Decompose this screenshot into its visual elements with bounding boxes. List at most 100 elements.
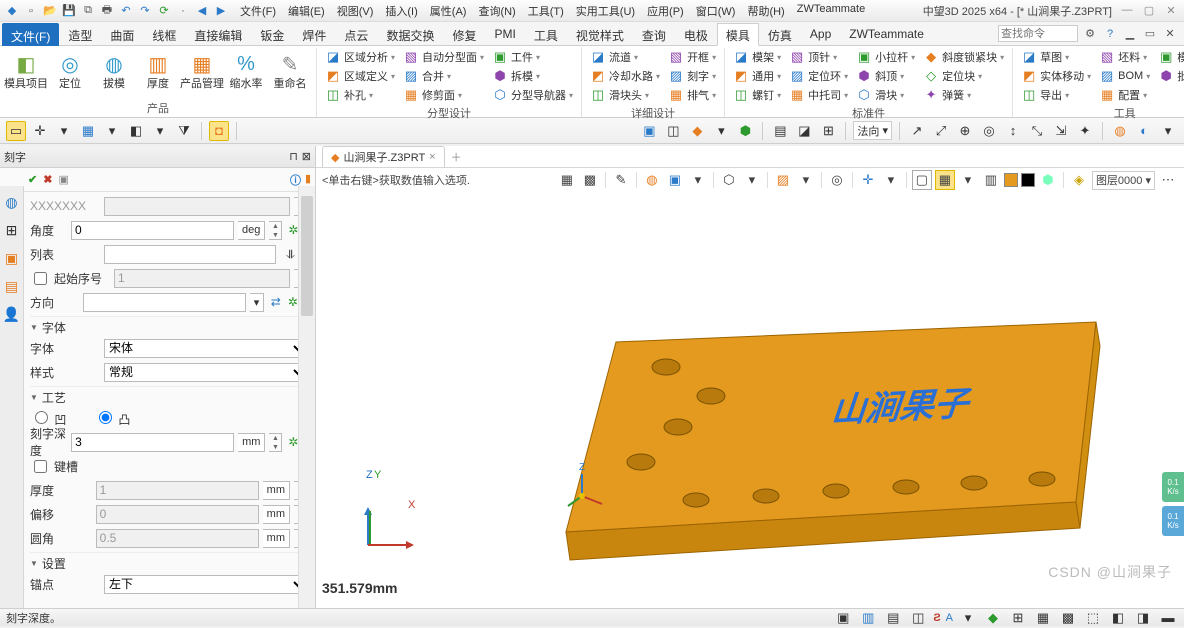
- rb-补孔[interactable]: ◫补孔▾: [323, 86, 397, 104]
- tab-weld[interactable]: 焊件: [293, 23, 335, 46]
- tab-repair[interactable]: 修复: [443, 23, 485, 46]
- qb-f[interactable]: ⤡: [1027, 121, 1047, 141]
- qb-add[interactable]: ✛: [30, 121, 50, 141]
- panel-close-icon[interactable]: ⊠: [302, 150, 311, 163]
- mt-frame1[interactable]: ▢: [912, 170, 932, 190]
- tab-pointcloud[interactable]: 点云: [335, 23, 377, 46]
- rest-icon[interactable]: ▭: [1142, 26, 1158, 42]
- qb-j[interactable]: ◍: [1110, 121, 1130, 141]
- new-icon[interactable]: ▫: [23, 3, 39, 19]
- qb-cube[interactable]: ◘: [209, 121, 229, 141]
- close2-icon[interactable]: ✕: [1162, 26, 1178, 42]
- main-menu[interactable]: 文件(F)编辑(E)视图(V) 插入(I)属性(A)查询(N) 工具(T)实用工…: [237, 3, 868, 19]
- rb-批量简化[interactable]: ⬢批量简化▾: [1156, 67, 1184, 85]
- tab-file[interactable]: 文件(F): [2, 23, 59, 46]
- rb-排气[interactable]: ▦排气▾: [666, 86, 718, 104]
- color-swatch-2[interactable]: [1021, 173, 1035, 187]
- qb-pick[interactable]: ◧: [126, 121, 146, 141]
- direction-dropdown[interactable]: 法向 ▾: [853, 121, 892, 140]
- sb-2[interactable]: ▥: [858, 608, 878, 628]
- mt-cube[interactable]: ◍: [642, 170, 662, 190]
- qb-e[interactable]: ↕: [1003, 121, 1023, 141]
- rb-中托司[interactable]: ▦中托司▾: [787, 86, 850, 104]
- depth-aux-icon[interactable]: ✲: [288, 434, 298, 450]
- ribbon-tabs[interactable]: 文件(F) 造型 曲面 线框 直接编辑 钣金 焊件 点云 数据交换 修复 PMI…: [0, 22, 1184, 46]
- style-select[interactable]: 常规: [104, 363, 307, 382]
- apply-icon[interactable]: ▣: [58, 173, 68, 186]
- rb-BOM[interactable]: ▨BOM▾: [1097, 67, 1152, 85]
- tab-app[interactable]: App: [801, 23, 840, 46]
- rb-定位块[interactable]: ◇定位块▾: [921, 67, 1006, 85]
- tab-dataex[interactable]: 数据交换: [377, 23, 443, 46]
- document-tab[interactable]: ◆山涧果子.Z3PRT×: [322, 146, 445, 167]
- rb-区域定义[interactable]: ◩区域定义▾: [323, 67, 397, 85]
- viewport-3d[interactable]: 山涧果子 Z ZYX 351.579mm 0.1K/s: [316, 192, 1184, 608]
- next-icon[interactable]: ▶: [213, 3, 229, 19]
- maximize-icon[interactable]: ▢: [1140, 4, 1158, 17]
- sb-3[interactable]: ▤: [883, 608, 903, 628]
- add-tab-button[interactable]: ＋: [445, 147, 468, 167]
- angle-input[interactable]: [71, 221, 234, 240]
- rb-通用[interactable]: ◩通用▾: [731, 67, 783, 85]
- prev-icon[interactable]: ◀: [194, 3, 210, 19]
- refresh-icon[interactable]: ⟳: [156, 3, 172, 19]
- help-icon[interactable]: ?: [1102, 26, 1118, 42]
- tab-pmi[interactable]: PMI: [485, 23, 524, 46]
- rb-斜顶[interactable]: ⬢斜顶▾: [854, 67, 917, 85]
- anchor-select[interactable]: 左下: [104, 575, 307, 594]
- panel-scrollbar[interactable]: [298, 186, 315, 608]
- qb-i8[interactable]: ⊞: [818, 121, 838, 141]
- save-icon[interactable]: 💾: [61, 3, 77, 19]
- ls-tree-icon[interactable]: ⊞: [3, 222, 21, 240]
- rb-滑块[interactable]: ⬡滑块▾: [854, 86, 917, 104]
- section-process[interactable]: 工艺: [30, 386, 307, 406]
- rb-刻字[interactable]: ▨刻字▾: [666, 67, 718, 85]
- keyslot-check[interactable]: [34, 460, 47, 473]
- list-input[interactable]: [104, 245, 276, 264]
- sb-8[interactable]: ▩: [1058, 608, 1078, 628]
- qb-i5[interactable]: ⬢: [735, 121, 755, 141]
- redo-icon[interactable]: ↷: [137, 3, 153, 19]
- open-icon[interactable]: 📂: [42, 3, 58, 19]
- convex-radio[interactable]: [99, 411, 112, 424]
- rb-厚度[interactable]: ▥厚度: [136, 48, 180, 90]
- tab-close-icon[interactable]: ×: [429, 151, 435, 163]
- qb-i3[interactable]: ◆: [687, 121, 707, 141]
- qb-filter[interactable]: ⧩: [174, 121, 194, 141]
- dir-aux2-icon[interactable]: ✲: [287, 294, 298, 310]
- close-icon[interactable]: ✕: [1162, 4, 1180, 17]
- mt-hex[interactable]: ⬡: [719, 170, 739, 190]
- tab-visual[interactable]: 视觉样式: [567, 23, 633, 46]
- rb-坯料[interactable]: ▧坯料▾: [1097, 48, 1152, 66]
- sb-9[interactable]: ⬚: [1083, 608, 1103, 628]
- rb-弹簧[interactable]: ✦弹簧▾: [921, 86, 1006, 104]
- startno-check[interactable]: [34, 272, 47, 285]
- cancel-button[interactable]: ✖: [43, 173, 52, 186]
- rb-顶针[interactable]: ▧顶针▾: [787, 48, 850, 66]
- mt-frame2[interactable]: ▦: [935, 170, 955, 190]
- sb-5[interactable]: ◆: [983, 608, 1003, 628]
- qb-g[interactable]: ⇲: [1051, 121, 1071, 141]
- rb-分型导航器[interactable]: ⬡分型导航器▾: [490, 86, 575, 104]
- sb-1[interactable]: ▣: [833, 608, 853, 628]
- ls-part-icon[interactable]: ◍: [3, 194, 21, 212]
- ls-user-icon[interactable]: 👤: [3, 306, 21, 324]
- sb-6[interactable]: ⊞: [1008, 608, 1028, 628]
- rb-流道[interactable]: ◪流道▾: [588, 48, 662, 66]
- tab-query[interactable]: 查询: [633, 23, 675, 46]
- undo-icon[interactable]: ↶: [118, 3, 134, 19]
- sb-11[interactable]: ◨: [1133, 608, 1153, 628]
- qb-select[interactable]: ▭: [6, 121, 26, 141]
- concave-radio[interactable]: [35, 411, 48, 424]
- mt-layer[interactable]: ▨: [773, 170, 793, 190]
- qb-l[interactable]: ▾: [1158, 121, 1178, 141]
- qb-b[interactable]: ⤢: [931, 121, 951, 141]
- rb-模具出图[interactable]: ▣模具出图▾: [1156, 48, 1184, 66]
- mt-tgt[interactable]: ◎: [827, 170, 847, 190]
- qb-k[interactable]: ◐: [1134, 121, 1154, 141]
- tab-team[interactable]: ZWTeammate: [840, 23, 933, 46]
- font-select[interactable]: 宋体: [104, 339, 307, 358]
- saveall-icon[interactable]: ⧉: [80, 3, 96, 19]
- rb-区域分析[interactable]: ◪区域分析▾: [323, 48, 397, 66]
- rb-开框[interactable]: ▧开框▾: [666, 48, 718, 66]
